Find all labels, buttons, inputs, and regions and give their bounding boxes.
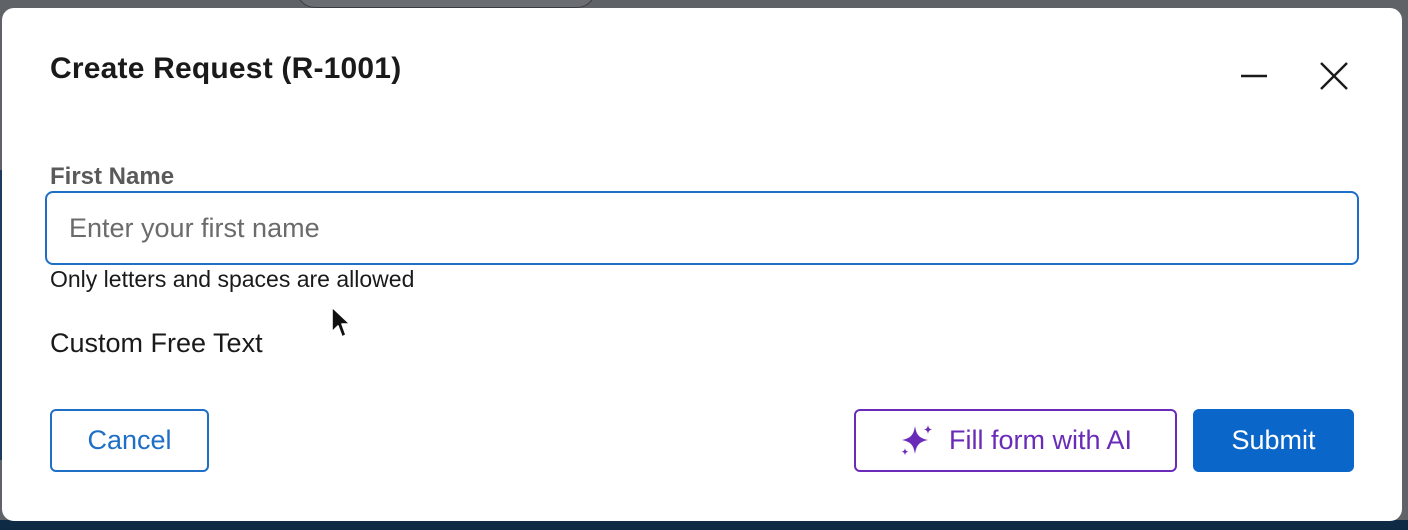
- submit-button-label: Submit: [1231, 425, 1316, 455]
- mouse-cursor-icon: [331, 306, 351, 338]
- first-name-label: First Name: [50, 163, 175, 190]
- sparkle-icon: [901, 424, 932, 455]
- first-name-helper-text: Only letters and spaces are allowed: [50, 266, 415, 292]
- cancel-button-label: Cancel: [87, 425, 172, 455]
- first-name-input[interactable]: [45, 191, 1359, 265]
- custom-free-text: Custom Free Text: [50, 328, 263, 358]
- create-request-dialog: Create Request (R-1001) First Name Only …: [2, 8, 1402, 521]
- background-footer: [0, 520, 1408, 530]
- fill-form-with-ai-label: Fill form with AI: [948, 425, 1133, 455]
- minimize-icon: [1241, 74, 1267, 78]
- submit-button[interactable]: Submit: [1193, 409, 1354, 472]
- background-search-bar: [296, 0, 596, 8]
- minimize-button[interactable]: [1234, 56, 1274, 96]
- fill-form-with-ai-button[interactable]: Fill form with AI: [854, 409, 1177, 472]
- close-icon: [1320, 62, 1348, 90]
- cancel-button[interactable]: Cancel: [50, 409, 209, 472]
- close-button[interactable]: [1314, 56, 1354, 96]
- dialog-title: Create Request (R-1001): [50, 52, 402, 85]
